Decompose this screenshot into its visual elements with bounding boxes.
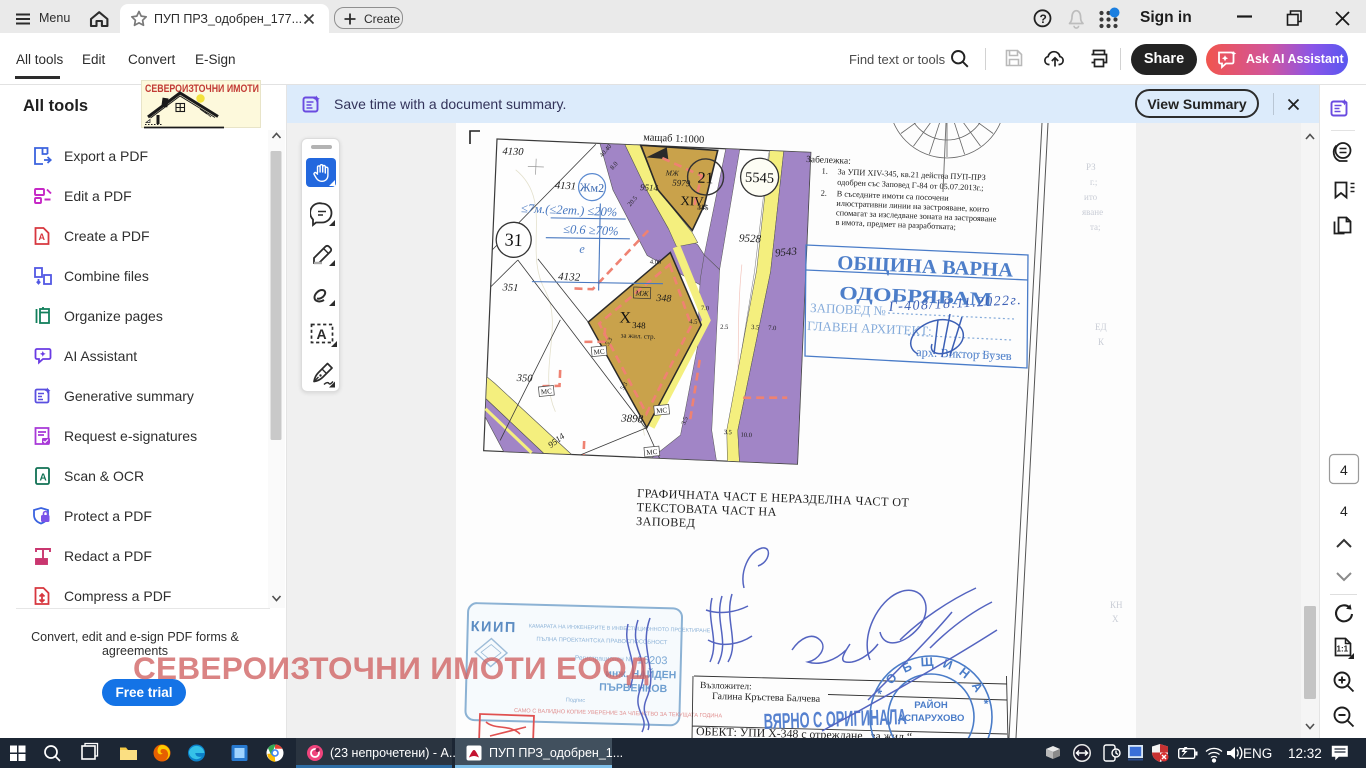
svg-text:4131: 4131 (555, 181, 576, 193)
svg-text:5979: 5979 (672, 178, 691, 189)
svg-text:2.5: 2.5 (720, 324, 728, 331)
svg-text:12:32: 12:32 (1288, 746, 1322, 761)
svg-text:5545: 5545 (745, 170, 775, 187)
svg-text:ЗАПОВЕД №: ЗАПОВЕД № (810, 300, 886, 318)
svg-text:за жил. стр.: за жил. стр. (621, 331, 656, 340)
svg-text:яване: яване (1082, 207, 1103, 217)
svg-text:МЖ: МЖ (665, 168, 681, 178)
svg-text:та;: та; (1090, 222, 1101, 232)
svg-text:ВЯРНО С ОРИГИНАЛА: ВЯРНО С ОРИГИНАЛА (763, 704, 907, 734)
svg-text:МЖ: МЖ (634, 289, 650, 299)
svg-text:4: 4 (1340, 503, 1348, 519)
svg-text:Галина Кръстева Балчева: Галина Кръстева Балчева (712, 691, 821, 705)
svg-text:К: К (1098, 337, 1105, 347)
svg-text:мащаб 1:1000: мащаб 1:1000 (643, 132, 705, 146)
svg-text:КН: КН (1110, 600, 1123, 610)
svg-text:?: ? (1040, 12, 1047, 26)
svg-text:348: 348 (655, 293, 671, 305)
svg-text:Подпис: Подпис (566, 698, 586, 705)
svg-text:МС: МС (593, 347, 605, 356)
svg-text:≤0.6 ≥70%: ≤0.6 ≥70% (563, 222, 619, 238)
svg-text:351: 351 (501, 282, 518, 294)
svg-text:348: 348 (632, 320, 646, 331)
svg-text:21: 21 (697, 170, 714, 188)
svg-text:РЗ: РЗ (1086, 162, 1096, 172)
svg-text:1.: 1. (821, 167, 828, 176)
svg-text:МС: МС (541, 387, 553, 396)
svg-text:ЕД: ЕД (1095, 322, 1107, 332)
svg-text:A: A (39, 232, 46, 242)
svg-text:3898: 3898 (620, 413, 644, 426)
svg-text:ENG: ENG (1243, 746, 1272, 761)
svg-text:9514: 9514 (640, 182, 659, 193)
svg-text:Жм2: Жм2 (580, 180, 605, 195)
svg-text:4.09: 4.09 (650, 259, 662, 266)
svg-text:ОБЩИНА ВАРНА: ОБЩИНА ВАРНА (837, 252, 1014, 282)
svg-text:4132: 4132 (558, 271, 581, 284)
svg-text:ЗАПОВЕД: ЗАПОВЕД (636, 514, 696, 530)
svg-text:31: 31 (504, 229, 523, 250)
svg-text:МС: МС (656, 406, 668, 415)
svg-text:Х: Х (1112, 614, 1119, 624)
svg-text:1:1: 1:1 (1337, 645, 1349, 654)
svg-text:4130: 4130 (502, 146, 524, 158)
svg-text:АСПАРУХОВО: АСПАРУХОВО (898, 713, 965, 724)
svg-text:2.: 2. (821, 189, 828, 198)
svg-text:4.5: 4.5 (689, 318, 697, 325)
svg-text:9528: 9528 (739, 232, 762, 245)
svg-text:ито: ито (1084, 192, 1098, 202)
svg-text:4: 4 (1340, 462, 1348, 478)
svg-text:7.0: 7.0 (701, 305, 709, 312)
svg-text:РАЙОН: РАЙОН (914, 699, 948, 711)
svg-text:3.5: 3.5 (724, 429, 732, 436)
svg-text:10.0: 10.0 (740, 432, 752, 439)
svg-text:г.;: г.; (1090, 177, 1097, 187)
svg-text:350: 350 (516, 373, 534, 385)
svg-text:3.5: 3.5 (751, 324, 759, 331)
svg-text:7.0: 7.0 (768, 325, 776, 332)
svg-text:315: 315 (697, 204, 707, 211)
svg-text:X: X (619, 309, 632, 326)
svg-text:КИИП: КИИП (470, 619, 517, 636)
svg-text:A: A (40, 473, 47, 484)
svg-text:9543: 9543 (774, 245, 798, 259)
svg-text:A: A (317, 326, 327, 342)
svg-text:МС: МС (646, 448, 658, 457)
svg-text:Забележка:: Забележка: (806, 154, 851, 167)
